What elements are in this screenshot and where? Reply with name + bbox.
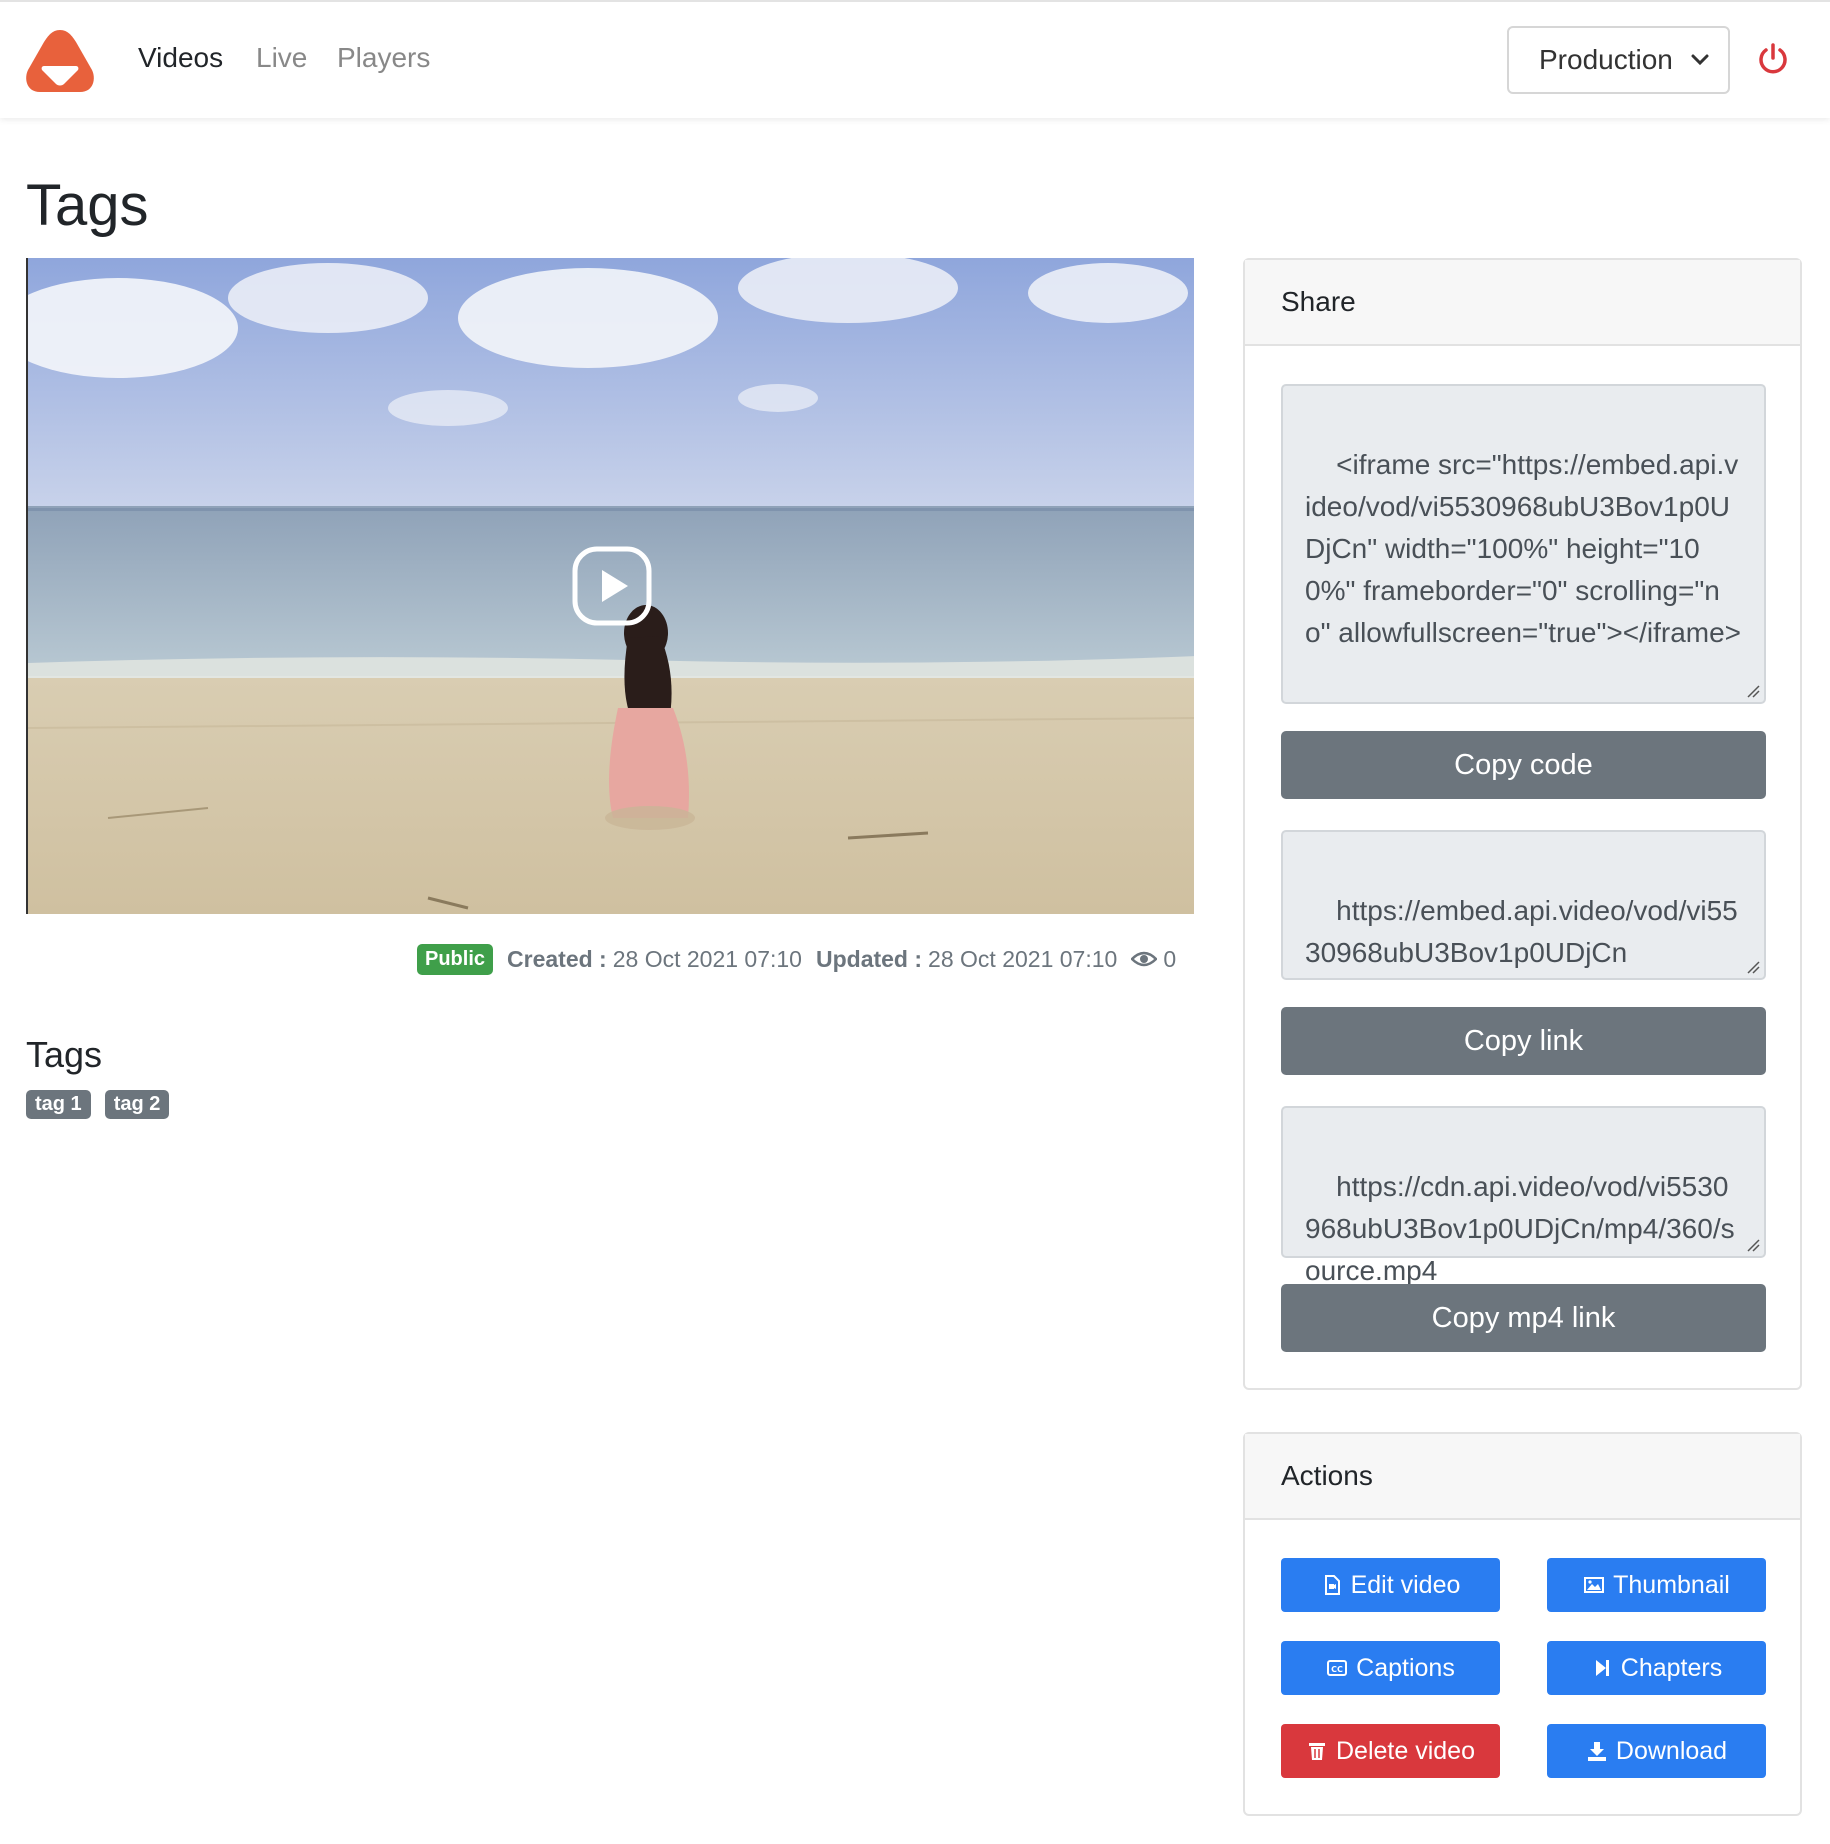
api-video-logo[interactable] [24,28,96,94]
created-label: Created : [507,945,607,972]
tag-badge: tag 1 [26,1090,91,1119]
top-navbar: Videos Live Players Production [0,0,1830,118]
updated-date: 28 Oct 2021 07:10 [928,945,1118,972]
captions-button[interactable]: CC Captions [1281,1641,1500,1695]
eye-icon [1131,951,1158,967]
image-icon [1584,1577,1605,1593]
mp4-link-textarea[interactable]: https://cdn.api.video/vod/vi5530968ubU3B… [1281,1106,1766,1286]
created-date: 28 Oct 2021 07:10 [612,945,802,972]
trash-icon [1309,1743,1325,1760]
nav-players[interactable]: Players [337,42,430,74]
embed-link-text: https://embed.api.video/vod/vi5530968ubU… [1305,895,1738,968]
file-video-icon [1324,1575,1340,1595]
chapters-button[interactable]: Chapters [1547,1641,1766,1695]
tag-list: tag 1 tag 2 [26,1090,170,1119]
nav-live[interactable]: Live [256,42,307,74]
power-icon[interactable] [1756,42,1790,76]
svg-text:CC: CC [1331,1665,1343,1674]
actions-card: Actions Edit video Thumbnail CC Captions… [1243,1432,1802,1816]
skip-end-icon [1595,1660,1609,1676]
edit-video-label: Edit video [1350,1570,1461,1599]
page-title: Tags [26,173,149,238]
copy-link-button[interactable]: Copy link [1281,1007,1766,1075]
environment-select[interactable]: Production [1507,26,1730,94]
actions-card-title: Actions [1245,1434,1800,1520]
resize-grip-icon[interactable] [1746,960,1760,974]
download-icon [1587,1742,1606,1761]
edit-video-button[interactable]: Edit video [1281,1558,1500,1612]
download-button[interactable]: Download [1547,1724,1766,1778]
resize-grip-icon[interactable] [1746,684,1760,698]
embed-code-text: <iframe src="https://embed.api.video/vod… [1305,449,1742,648]
copy-code-button[interactable]: Copy code [1281,731,1766,799]
mp4-link-text: https://cdn.api.video/vod/vi5530968ubU3B… [1305,1171,1735,1286]
tags-heading: Tags [26,1034,103,1075]
visibility-badge: Public [417,943,494,975]
embed-code-textarea[interactable]: <iframe src="https://embed.api.video/vod… [1281,384,1766,704]
chevron-down-icon [1691,54,1709,66]
closed-captions-icon: CC [1327,1660,1348,1676]
share-card: Share <iframe src="https://embed.api.vid… [1243,258,1802,1390]
delete-video-label: Delete video [1336,1736,1475,1765]
captions-label: Captions [1356,1653,1455,1682]
play-icon[interactable] [572,546,652,626]
delete-video-button[interactable]: Delete video [1281,1724,1500,1778]
tag-badge: tag 2 [104,1090,170,1119]
video-meta: Public Created : 28 Oct 2021 07:10 Updat… [417,942,1176,976]
thumbnail-button[interactable]: Thumbnail [1547,1558,1766,1612]
environment-value: Production [1539,44,1673,75]
share-card-title: Share [1245,260,1800,346]
view-count: 0 [1163,945,1177,972]
updated-label: Updated : [815,945,923,972]
resize-grip-icon[interactable] [1746,1238,1760,1252]
chapters-label: Chapters [1620,1653,1723,1682]
embed-link-textarea[interactable]: https://embed.api.video/vod/vi5530968ubU… [1281,830,1766,980]
video-player[interactable] [26,258,1194,914]
thumbnail-label: Thumbnail [1613,1570,1730,1599]
nav-videos[interactable]: Videos [138,42,223,74]
copy-mp4-link-button[interactable]: Copy mp4 link [1281,1284,1766,1352]
download-label: Download [1615,1736,1728,1765]
